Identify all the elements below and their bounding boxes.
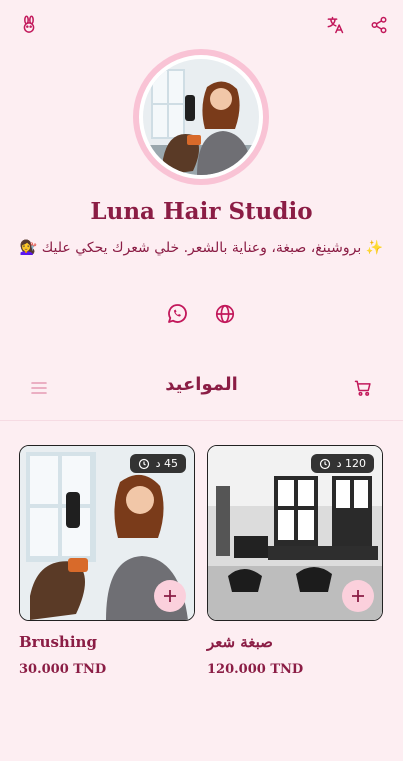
bunny-logo-icon[interactable] — [18, 14, 40, 36]
add-to-cart-button[interactable] — [154, 580, 186, 612]
service-name: Brushing — [19, 633, 97, 651]
website-button[interactable] — [212, 301, 238, 327]
cart-icon — [353, 378, 373, 398]
whatsapp-button[interactable] — [164, 301, 190, 327]
clock-icon — [319, 458, 330, 469]
avatar — [133, 49, 269, 185]
whatsapp-icon — [165, 302, 189, 326]
duration-badge: 45 د — [129, 454, 186, 473]
appointments-title: المواعيد — [165, 374, 238, 395]
salon-avatar-image — [143, 59, 259, 175]
cart-button[interactable] — [352, 377, 374, 399]
share-icon[interactable] — [368, 14, 390, 36]
service-card-image[interactable]: 120 د — [207, 445, 383, 621]
plus-icon — [352, 590, 364, 602]
service-price: 120.000 TND — [207, 662, 304, 677]
plus-icon — [164, 590, 176, 602]
service-card-image[interactable]: 45 د — [19, 445, 195, 621]
translate-icon[interactable] — [324, 14, 346, 36]
clock-icon — [138, 458, 149, 469]
service-name: صبغة شعر — [207, 633, 273, 651]
globe-icon — [214, 303, 236, 325]
service-price: 30.000 TND — [19, 662, 107, 677]
studio-name: Luna Hair Studio — [90, 198, 313, 225]
add-to-cart-button[interactable] — [342, 580, 374, 612]
duration-badge: 120 د — [310, 454, 374, 473]
studio-tagline: ✨ بروشينغ، صبغة، وعناية بالشعر. خلي شعرك… — [19, 240, 384, 256]
